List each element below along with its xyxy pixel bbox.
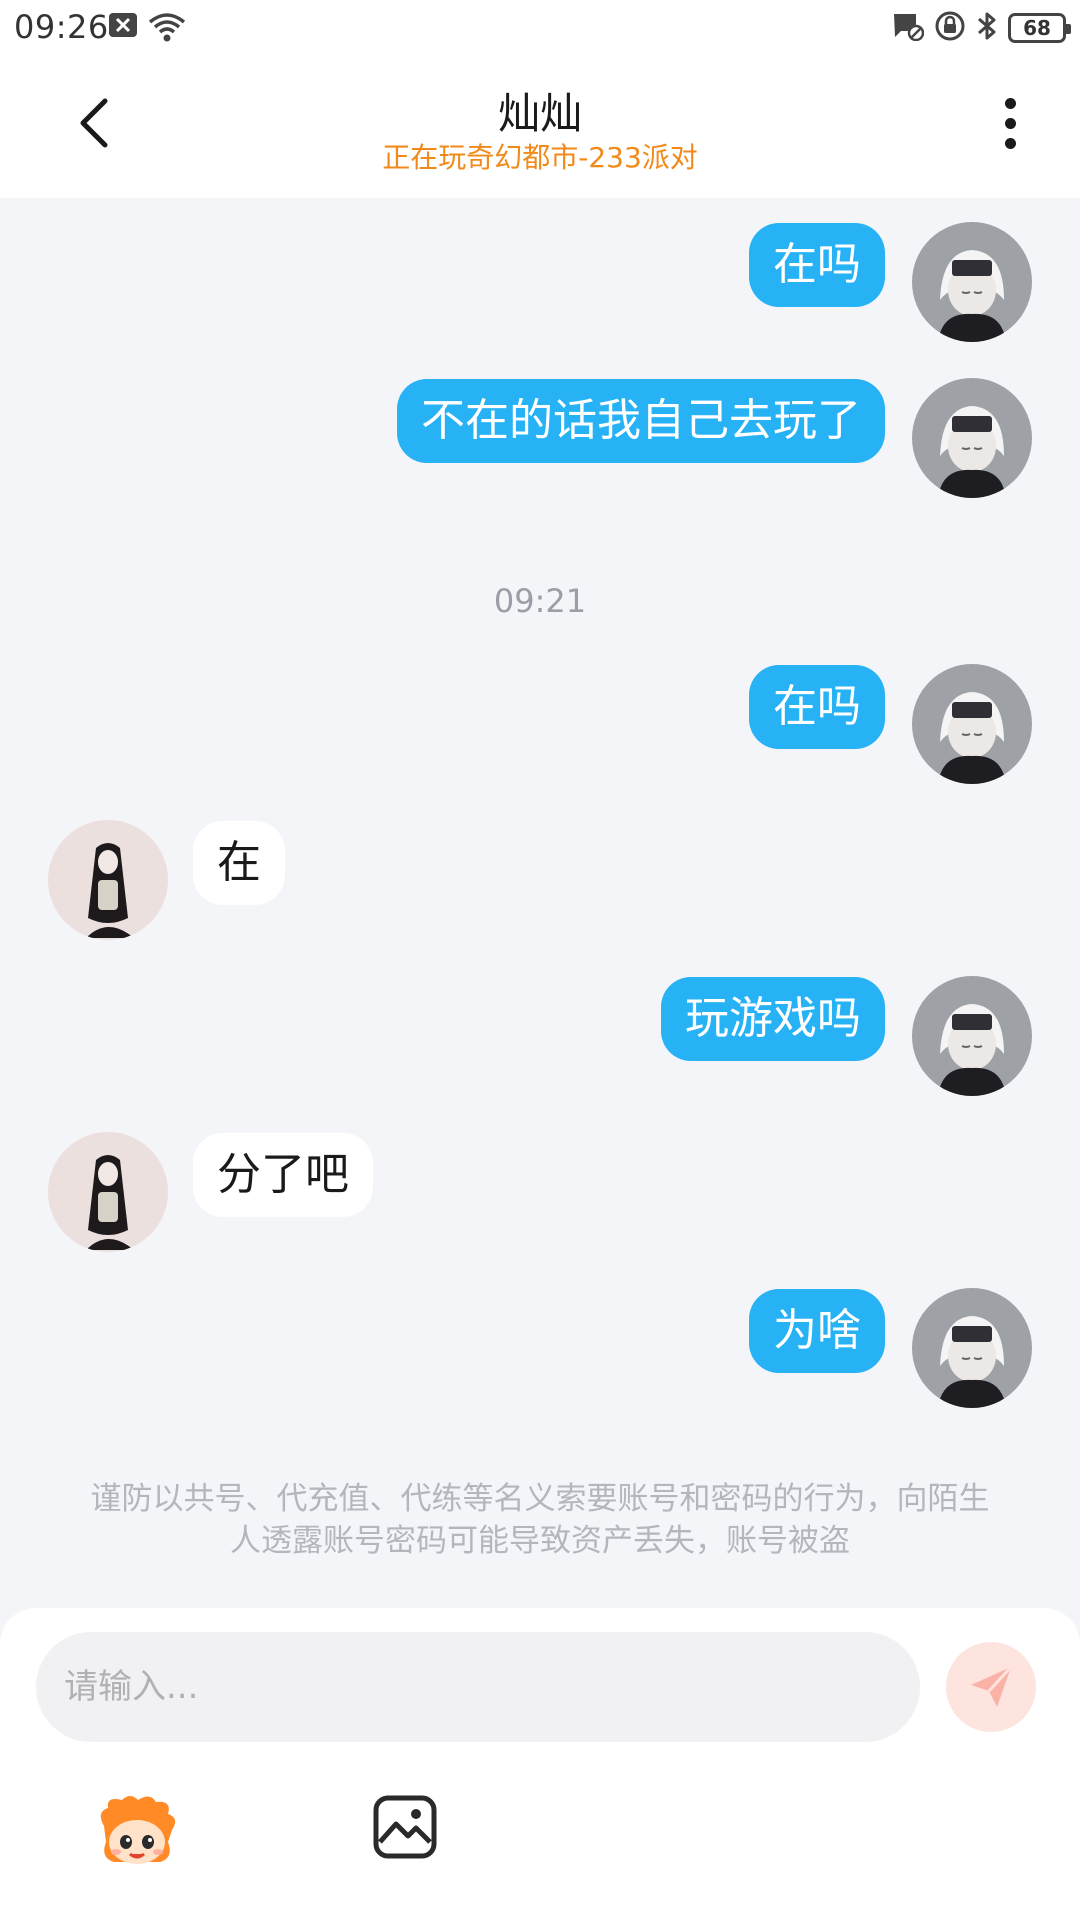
- message-mute-icon: [892, 11, 925, 45]
- mascot-emoji-icon: [100, 1796, 176, 1864]
- message-bubble-sent[interactable]: 在吗: [749, 665, 885, 749]
- message-row-sent: 玩游戏吗: [0, 976, 1080, 1100]
- message-bubble-received[interactable]: 分了吧: [193, 1133, 373, 1217]
- message-bubble-received[interactable]: 在: [193, 821, 285, 905]
- image-icon: [373, 1795, 437, 1859]
- my-avatar[interactable]: [912, 1288, 1032, 1408]
- more-dot: [1004, 137, 1016, 149]
- message-row-sent: 为啥: [0, 1288, 1080, 1412]
- my-avatar[interactable]: [912, 222, 1032, 342]
- message-bubble-sent[interactable]: 不在的话我自己去玩了: [397, 379, 885, 463]
- status-left-icons: [108, 12, 186, 46]
- time-divider: 09:21: [493, 582, 587, 620]
- wifi-icon: [148, 12, 186, 46]
- message-list[interactable]: 在吗 不在的话我自己去玩了 09:21 在吗 在 玩游戏吗 分了吧 为啥: [0, 198, 1080, 1608]
- emoji-button[interactable]: [92, 1792, 182, 1872]
- battery-icon: 68: [1008, 13, 1071, 43]
- more-dot: [1004, 117, 1016, 129]
- my-avatar[interactable]: [912, 378, 1032, 498]
- message-row-received: 在: [0, 820, 1080, 944]
- status-right-icons: 68: [892, 10, 1071, 46]
- message-input[interactable]: [36, 1632, 920, 1742]
- contact-status: 正在玩奇幻都市-233派对: [382, 141, 698, 174]
- message-bubble-sent[interactable]: 在吗: [749, 223, 885, 307]
- message-bubble-sent[interactable]: 为啥: [749, 1289, 885, 1373]
- my-avatar[interactable]: [912, 664, 1032, 784]
- image-button[interactable]: [372, 1794, 438, 1860]
- status-bar: 09:26 68: [0, 0, 1080, 58]
- send-button[interactable]: [946, 1642, 1036, 1732]
- security-warning: 谨防以共号、代充值、代练等名义索要账号和密码的行为，向陌生人透露账号密码可能导致…: [90, 1481, 990, 1559]
- message-row-sent: 不在的话我自己去玩了: [0, 378, 1080, 502]
- message-bubble-sent[interactable]: 玩游戏吗: [661, 977, 885, 1061]
- contact-name: 灿灿: [497, 89, 582, 138]
- more-dot: [1004, 97, 1016, 109]
- status-time: 09:26: [14, 8, 109, 46]
- more-options-button[interactable]: [980, 88, 1040, 158]
- bluetooth-icon: [976, 10, 998, 46]
- contact-avatar[interactable]: [48, 820, 168, 940]
- contact-avatar[interactable]: [48, 1132, 168, 1252]
- lock-rotation-icon: [934, 10, 966, 46]
- message-row-received: 分了吧: [0, 1132, 1080, 1256]
- battery-level: 68: [1023, 16, 1051, 40]
- message-row-sent: 在吗: [0, 664, 1080, 788]
- my-avatar[interactable]: [912, 976, 1032, 1096]
- send-icon: [971, 1665, 1013, 1707]
- message-row-sent: 在吗: [0, 222, 1080, 346]
- chat-header: 灿灿 正在玩奇幻都市-233派对: [0, 58, 1080, 198]
- notification-x-icon: [108, 12, 138, 46]
- input-panel: [0, 1608, 1080, 1920]
